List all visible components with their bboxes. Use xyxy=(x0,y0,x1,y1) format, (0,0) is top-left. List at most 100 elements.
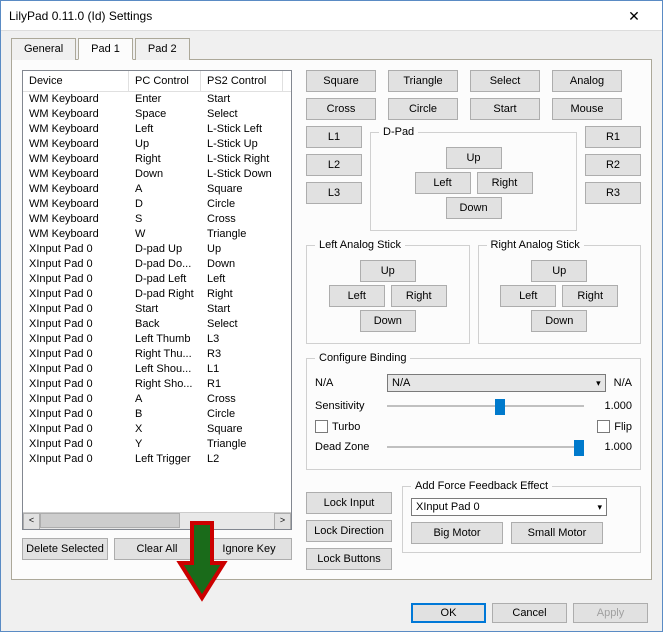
table-row[interactable]: WM KeyboardSpaceSelect xyxy=(23,107,291,122)
tab-pad2[interactable]: Pad 2 xyxy=(135,38,190,60)
table-row[interactable]: WM KeyboardLeftL-Stick Left xyxy=(23,122,291,137)
l1-button[interactable]: L1 xyxy=(306,126,362,148)
configure-binding-group: Configure Binding N/A N/A ▾ N/A Sensitiv… xyxy=(306,352,641,470)
table-row[interactable]: XInput Pad 0BackSelect xyxy=(23,317,291,332)
l2-button[interactable]: L2 xyxy=(306,154,362,176)
start-button[interactable]: Start xyxy=(470,98,540,120)
cross-button[interactable]: Cross xyxy=(306,98,376,120)
table-row[interactable]: XInput Pad 0BCircle xyxy=(23,407,291,422)
right-stick-group: Right Analog Stick Up Left Right Down xyxy=(478,239,642,344)
rstick-left-button[interactable]: Left xyxy=(500,285,556,307)
table-row[interactable]: XInput Pad 0Left TriggerL2 xyxy=(23,452,291,467)
clear-all-button[interactable]: Clear All xyxy=(114,538,200,560)
table-row[interactable]: XInput Pad 0D-pad UpUp xyxy=(23,242,291,257)
ff-device-select[interactable]: XInput Pad 0 ▾ xyxy=(411,498,607,516)
titlebar[interactable]: LilyPad 0.11.0 (Id) Settings ✕ xyxy=(1,1,662,31)
l3-button[interactable]: L3 xyxy=(306,182,362,204)
bindings-list[interactable]: Device PC Control PS2 Control WM Keyboar… xyxy=(22,70,292,530)
right-stick-legend: Right Analog Stick xyxy=(487,239,584,251)
dpad-right-button[interactable]: Right xyxy=(477,172,533,194)
close-icon[interactable]: ✕ xyxy=(614,2,654,30)
cfg-select[interactable]: N/A ▾ xyxy=(387,374,606,392)
table-row[interactable]: WM KeyboardDCircle xyxy=(23,197,291,212)
lstick-right-button[interactable]: Right xyxy=(391,285,447,307)
rstick-up-button[interactable]: Up xyxy=(531,260,587,282)
col-device[interactable]: Device xyxy=(23,71,129,91)
small-motor-button[interactable]: Small Motor xyxy=(511,522,603,544)
list-header[interactable]: Device PC Control PS2 Control xyxy=(23,71,291,92)
scroll-left-icon[interactable]: < xyxy=(23,513,40,530)
cancel-button[interactable]: Cancel xyxy=(492,603,567,623)
table-row[interactable]: XInput Pad 0StartStart xyxy=(23,302,291,317)
cfg-legend: Configure Binding xyxy=(315,352,410,364)
rstick-down-button[interactable]: Down xyxy=(531,310,587,332)
square-button[interactable]: Square xyxy=(306,70,376,92)
cfg-na-left: N/A xyxy=(315,377,379,389)
table-row[interactable]: XInput Pad 0Left ThumbL3 xyxy=(23,332,291,347)
table-row[interactable]: XInput Pad 0Right Thu...R3 xyxy=(23,347,291,362)
table-row[interactable]: XInput Pad 0XSquare xyxy=(23,422,291,437)
deadzone-slider[interactable] xyxy=(387,437,584,457)
table-row[interactable]: XInput Pad 0D-pad Do...Down xyxy=(23,257,291,272)
tab-general[interactable]: General xyxy=(11,38,76,60)
tabs: General Pad 1 Pad 2 xyxy=(11,37,652,60)
table-row[interactable]: XInput Pad 0Left Shou...L1 xyxy=(23,362,291,377)
sensitivity-label: Sensitivity xyxy=(315,400,379,412)
triangle-button[interactable]: Triangle xyxy=(388,70,458,92)
lstick-left-button[interactable]: Left xyxy=(329,285,385,307)
dpad-group: D-Pad Up Left Right Down xyxy=(370,126,577,231)
lock-buttons-button[interactable]: Lock Buttons xyxy=(306,548,392,570)
tab-panel: Device PC Control PS2 Control WM Keyboar… xyxy=(11,60,652,580)
col-ps2[interactable]: PS2 Control xyxy=(201,71,283,91)
table-row[interactable]: WM KeyboardSCross xyxy=(23,212,291,227)
deadzone-label: Dead Zone xyxy=(315,441,379,453)
r3-button[interactable]: R3 xyxy=(585,182,641,204)
deadzone-value: 1.000 xyxy=(592,441,632,453)
h-scrollbar[interactable]: < > xyxy=(23,512,291,529)
scroll-thumb[interactable] xyxy=(40,513,180,528)
rstick-right-button[interactable]: Right xyxy=(562,285,618,307)
mouse-button[interactable]: Mouse xyxy=(552,98,622,120)
dpad-left-button[interactable]: Left xyxy=(415,172,471,194)
col-pc[interactable]: PC Control xyxy=(129,71,201,91)
r1-button[interactable]: R1 xyxy=(585,126,641,148)
window-title: LilyPad 0.11.0 (Id) Settings xyxy=(9,9,614,23)
table-row[interactable]: XInput Pad 0D-pad LeftLeft xyxy=(23,272,291,287)
tab-pad1[interactable]: Pad 1 xyxy=(78,38,133,60)
chevron-down-icon: ▾ xyxy=(596,378,601,389)
big-motor-button[interactable]: Big Motor xyxy=(411,522,503,544)
r2-button[interactable]: R2 xyxy=(585,154,641,176)
table-row[interactable]: XInput Pad 0ACross xyxy=(23,392,291,407)
table-row[interactable]: WM KeyboardASquare xyxy=(23,182,291,197)
ok-button[interactable]: OK xyxy=(411,603,486,623)
table-row[interactable]: WM KeyboardRightL-Stick Right xyxy=(23,152,291,167)
cfg-select-value: N/A xyxy=(392,377,410,389)
table-row[interactable]: XInput Pad 0D-pad RightRight xyxy=(23,287,291,302)
select-button[interactable]: Select xyxy=(470,70,540,92)
table-row[interactable]: WM KeyboardEnterStart xyxy=(23,92,291,107)
delete-selected-button[interactable]: Delete Selected xyxy=(22,538,108,560)
table-row[interactable]: XInput Pad 0YTriangle xyxy=(23,437,291,452)
sensitivity-value: 1.000 xyxy=(592,400,632,412)
lstick-down-button[interactable]: Down xyxy=(360,310,416,332)
lock-input-button[interactable]: Lock Input xyxy=(306,492,392,514)
sensitivity-slider[interactable] xyxy=(387,396,584,416)
circle-button[interactable]: Circle xyxy=(388,98,458,120)
analog-button[interactable]: Analog xyxy=(552,70,622,92)
ff-group: Add Force Feedback Effect XInput Pad 0 ▾… xyxy=(402,480,641,553)
ignore-key-button[interactable]: Ignore Key xyxy=(206,538,292,560)
table-row[interactable]: WM KeyboardUpL-Stick Up xyxy=(23,137,291,152)
dpad-up-button[interactable]: Up xyxy=(446,147,502,169)
left-stick-legend: Left Analog Stick xyxy=(315,239,405,251)
table-row[interactable]: WM KeyboardWTriangle xyxy=(23,227,291,242)
scroll-right-icon[interactable]: > xyxy=(274,513,291,530)
lock-direction-button[interactable]: Lock Direction xyxy=(306,520,392,542)
apply-button[interactable]: Apply xyxy=(573,603,648,623)
table-row[interactable]: XInput Pad 0Right Sho...R1 xyxy=(23,377,291,392)
table-row[interactable]: WM KeyboardDownL-Stick Down xyxy=(23,167,291,182)
dpad-down-button[interactable]: Down xyxy=(446,197,502,219)
chevron-down-icon: ▾ xyxy=(597,502,602,513)
turbo-checkbox[interactable]: Turbo xyxy=(315,420,360,433)
flip-checkbox[interactable]: Flip xyxy=(597,420,632,433)
lstick-up-button[interactable]: Up xyxy=(360,260,416,282)
